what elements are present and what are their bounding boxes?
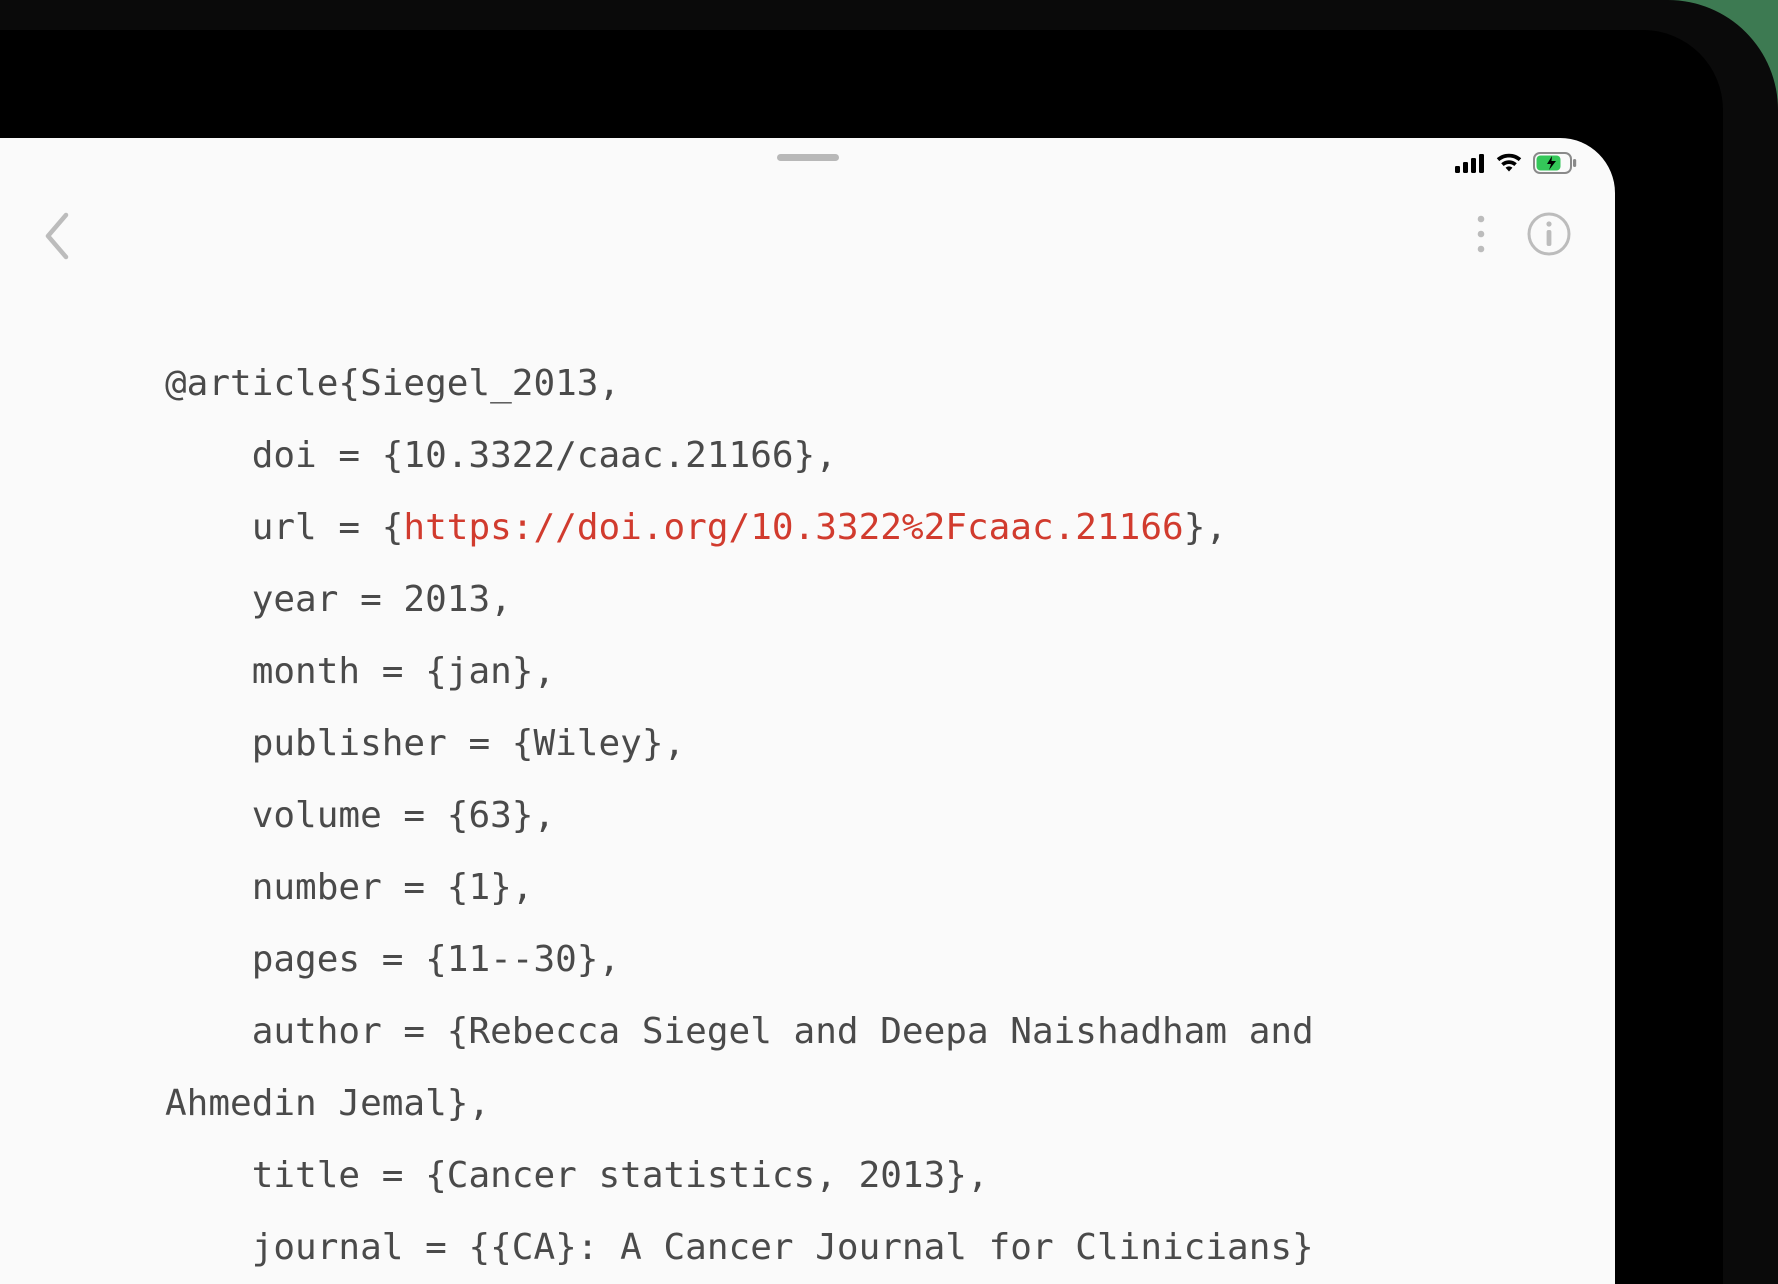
bibtex-field-number: number = {1}, xyxy=(165,867,533,908)
bibtex-field-volume: volume = {63}, xyxy=(165,795,555,836)
toolbar-right-controls xyxy=(1475,210,1573,262)
bibtex-field-year: year = 2013, xyxy=(165,579,512,620)
battery-charging-icon xyxy=(1533,152,1577,174)
bibtex-field-author: author = {Rebecca Siegel and Deepa Naish… xyxy=(165,1011,1335,1124)
bibtex-url-link[interactable]: https://doi.org/10.3322%2Fcaac.21166 xyxy=(403,507,1183,548)
bibtex-field-url-suffix: }, xyxy=(1184,507,1227,548)
screen: @article{Siegel_2013, doi = {10.3322/caa… xyxy=(0,138,1615,1284)
bibtex-field-publisher: publisher = {Wiley}, xyxy=(165,723,685,764)
bibtex-content[interactable]: @article{Siegel_2013, doi = {10.3322/caa… xyxy=(165,348,1450,1284)
bibtex-field-journal: journal = {{CA}: A Cancer Journal for Cl… xyxy=(165,1227,1314,1268)
bibtex-entry-open: @article{Siegel_2013, xyxy=(165,363,620,404)
more-vertical-icon[interactable] xyxy=(1475,212,1487,260)
bibtex-field-title: title = {Cancer statistics, 2013}, xyxy=(165,1155,989,1196)
bibtex-field-pages: pages = {11--30}, xyxy=(165,939,620,980)
device-bezel-inner: @article{Siegel_2013, doi = {10.3322/caa… xyxy=(0,30,1723,1284)
wifi-icon xyxy=(1495,153,1523,173)
info-icon[interactable] xyxy=(1525,210,1573,262)
bibtex-field-url-prefix: url = { xyxy=(165,507,403,548)
bibtex-field-doi: doi = {10.3322/caac.21166}, xyxy=(165,435,837,476)
bibtex-field-month: month = {jan}, xyxy=(165,651,555,692)
toolbar xyxy=(0,200,1615,280)
cellular-signal-icon xyxy=(1455,153,1485,173)
back-button[interactable] xyxy=(42,210,82,270)
status-bar xyxy=(1455,152,1577,174)
sheet-grabber[interactable] xyxy=(777,154,839,161)
device-bezel-outer: @article{Siegel_2013, doi = {10.3322/caa… xyxy=(0,0,1778,1284)
